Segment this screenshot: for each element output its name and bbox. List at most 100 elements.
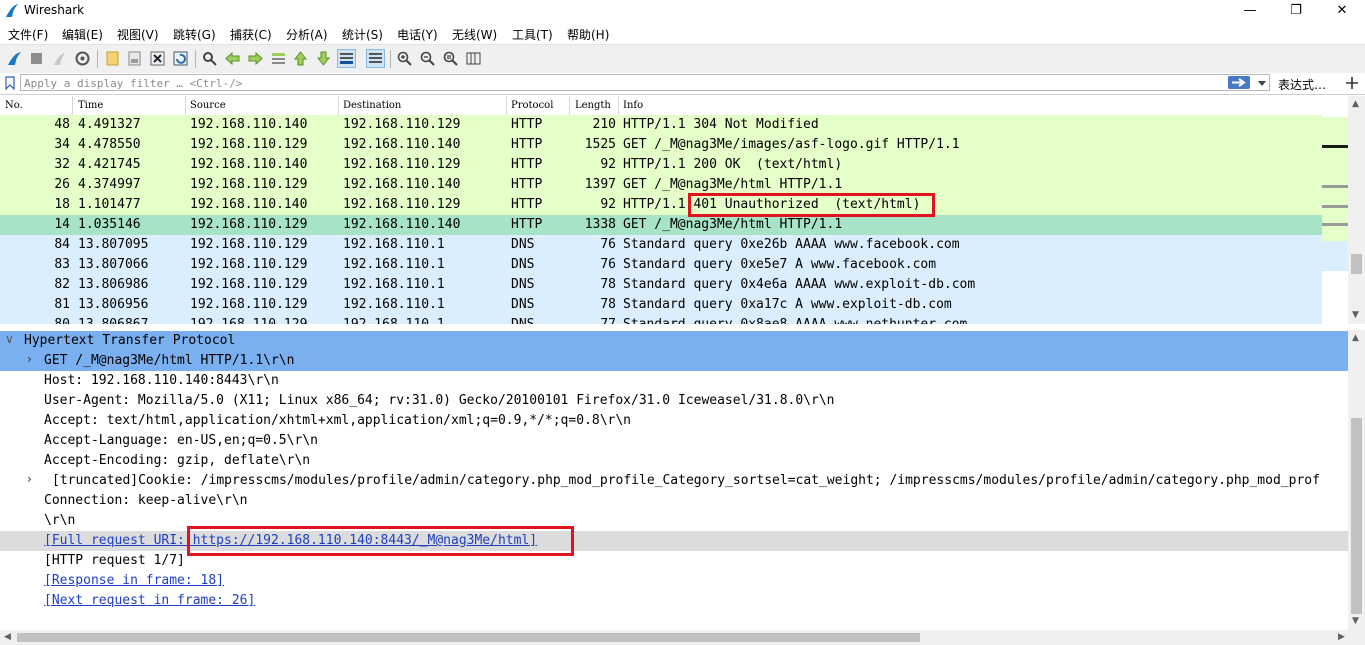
- scroll-up-icon[interactable]: ▲: [1352, 333, 1359, 343]
- apply-filter-arrow-icon[interactable]: [1228, 76, 1250, 89]
- menu-edit[interactable]: 编辑(E): [62, 26, 103, 43]
- menu-capture[interactable]: 捕获(C): [230, 26, 272, 43]
- minimize-button[interactable]: —: [1227, 0, 1273, 22]
- packet-row[interactable]: 81 13.806956 192.168.110.129 192.168.110.1 D…: [0, 295, 1322, 315]
- column-divider[interactable]: [338, 96, 339, 115]
- detail-line-accept-encoding[interactable]: Accept-Encoding: gzip, deflate\r\n: [0, 451, 1348, 471]
- packet-cell-len: 1525: [584, 137, 616, 152]
- detail-line-accept-language[interactable]: Accept-Language: en-US,en;q=0.5\r\n: [0, 431, 1348, 451]
- stop-capture-icon[interactable]: [28, 50, 45, 67]
- chevron-right-icon[interactable]: ›: [27, 352, 32, 366]
- packet-row[interactable]: 18 1.101477 192.168.110.140 192.168.110.129…: [0, 195, 1322, 215]
- zoom-in-icon[interactable]: [396, 50, 413, 67]
- detail-line-response-frame[interactable]: [Response in frame: 18]: [0, 571, 1348, 591]
- menu-wireless[interactable]: 无线(W): [452, 26, 497, 43]
- packet-cell-no: 26: [54, 177, 70, 192]
- resize-columns-icon[interactable]: [465, 50, 482, 67]
- scroll-down-icon[interactable]: ▼: [1352, 616, 1359, 626]
- close-button[interactable]: ✕: [1319, 0, 1365, 22]
- scroll-thumb[interactable]: [17, 633, 920, 642]
- packet-row[interactable]: 83 13.807066 192.168.110.129 192.168.110.1 D…: [0, 255, 1322, 275]
- packet-row[interactable]: 34 4.478550 192.168.110.129 192.168.110.140…: [0, 135, 1322, 155]
- packet-details-pane[interactable]: ∨ Hypertext Transfer Protocol › GET /_M@…: [0, 330, 1348, 630]
- scroll-track[interactable]: ▲ ▼: [1348, 96, 1365, 324]
- close-file-icon[interactable]: [149, 50, 166, 67]
- filter-bookmark-icon[interactable]: [4, 76, 16, 90]
- details-scrollbar[interactable]: ▲ ▼: [1348, 330, 1365, 630]
- column-time[interactable]: Time: [78, 100, 103, 115]
- detail-line-cookie[interactable]: › [truncated]Cookie: /impresscms/modules…: [0, 471, 1348, 491]
- packet-row[interactable]: 80 13.806867 192.168.110.129 192.168.110.1 D…: [0, 315, 1322, 324]
- find-packet-icon[interactable]: [201, 50, 218, 67]
- detail-line-host[interactable]: Host: 192.168.110.140:8443\r\n: [0, 371, 1348, 391]
- scroll-thumb[interactable]: [1351, 418, 1362, 614]
- packet-row[interactable]: 26 4.374997 192.168.110.129 192.168.110.140…: [0, 175, 1322, 195]
- column-divider[interactable]: [618, 96, 619, 115]
- column-protocol[interactable]: Protocol: [511, 100, 553, 115]
- packet-list-scrollbar[interactable]: ▲ ▼: [1322, 96, 1365, 324]
- packet-row[interactable]: 48 4.491327 192.168.110.140 192.168.110.129…: [0, 115, 1322, 135]
- go-to-packet-icon[interactable]: [270, 50, 287, 67]
- open-file-icon[interactable]: [104, 50, 121, 67]
- packet-row[interactable]: 32 4.421745 192.168.110.140 192.168.110.129…: [0, 155, 1322, 175]
- scroll-right-icon[interactable]: ▶: [1338, 632, 1345, 642]
- column-divider[interactable]: [72, 96, 73, 115]
- chevron-down-icon[interactable]: [1256, 76, 1268, 90]
- packet-row[interactable]: 84 13.807095 192.168.110.129 192.168.110.1 D…: [0, 235, 1322, 255]
- capture-options-icon[interactable]: [74, 50, 91, 67]
- column-no[interactable]: No.: [5, 100, 23, 115]
- display-filter-input[interactable]: Apply a display filter … <Ctrl-/>: [20, 74, 1270, 91]
- last-packet-icon[interactable]: [315, 50, 332, 67]
- detail-line-connection[interactable]: Connection: keep-alive\r\n: [0, 491, 1348, 511]
- packet-row[interactable]: 14 1.035146 192.168.110.129 192.168.110.140…: [0, 215, 1322, 235]
- packet-cell-len: 92: [600, 197, 616, 212]
- proto-tree-header[interactable]: ∨ Hypertext Transfer Protocol: [0, 331, 1348, 351]
- first-packet-icon[interactable]: [292, 50, 309, 67]
- add-filter-button-icon[interactable]: [1344, 75, 1360, 91]
- wireshark-fin-icon[interactable]: [6, 50, 23, 67]
- packet-list[interactable]: No. Time Source Destination Protocol Len…: [0, 96, 1322, 324]
- auto-scroll-icon[interactable]: [337, 49, 356, 68]
- scroll-up-icon[interactable]: ▲: [1352, 99, 1359, 109]
- column-destination[interactable]: Destination: [343, 100, 401, 115]
- menu-analyze[interactable]: 分析(A): [286, 26, 328, 43]
- expression-button[interactable]: 表达式…: [1278, 76, 1326, 93]
- chevron-right-icon[interactable]: ›: [27, 472, 32, 486]
- next-request-link[interactable]: [Next request in frame: 26]: [44, 593, 255, 608]
- column-divider[interactable]: [569, 96, 570, 115]
- restore-button[interactable]: ❐: [1273, 0, 1319, 22]
- packet-cell-proto: DNS: [511, 317, 534, 324]
- go-back-icon[interactable]: [224, 50, 241, 67]
- menu-file[interactable]: 文件(F): [8, 26, 48, 43]
- column-info[interactable]: Info: [623, 100, 643, 115]
- scroll-down-icon[interactable]: ▼: [1352, 310, 1359, 320]
- column-divider[interactable]: [506, 96, 507, 115]
- column-divider[interactable]: [185, 96, 186, 115]
- reload-file-icon[interactable]: [172, 50, 189, 67]
- restart-capture-icon[interactable]: [51, 50, 68, 67]
- scroll-left-icon[interactable]: ◀: [4, 632, 11, 642]
- menu-help[interactable]: 帮助(H): [567, 26, 609, 43]
- detail-text: Connection: keep-alive\r\n: [44, 493, 248, 508]
- save-file-icon[interactable]: [126, 50, 143, 67]
- response-frame-link[interactable]: [Response in frame: 18]: [44, 573, 224, 588]
- packet-row[interactable]: 82 13.806986 192.168.110.129 192.168.110.1 D…: [0, 275, 1322, 295]
- zoom-normal-icon[interactable]: [442, 50, 459, 67]
- detail-line-accept[interactable]: Accept: text/html,application/xhtml+xml,…: [0, 411, 1348, 431]
- go-forward-icon[interactable]: [247, 50, 264, 67]
- scroll-thumb[interactable]: [1351, 254, 1362, 274]
- menu-go[interactable]: 跳转(G): [173, 26, 216, 43]
- column-length[interactable]: Length: [575, 100, 611, 115]
- detail-line-request[interactable]: › GET /_M@nag3Me/html HTTP/1.1\r\n: [0, 351, 1348, 371]
- detail-line-next-request[interactable]: [Next request in frame: 26]: [0, 591, 1348, 611]
- detail-line-user-agent[interactable]: User-Agent: Mozilla/5.0 (X11; Linux x86_…: [0, 391, 1348, 411]
- zoom-out-icon[interactable]: [419, 50, 436, 67]
- menu-statistics[interactable]: 统计(S): [342, 26, 383, 43]
- colorize-icon[interactable]: [366, 49, 385, 68]
- menu-telephony[interactable]: 电话(Y): [397, 26, 438, 43]
- details-horizontal-scrollbar[interactable]: ◀ ▶: [0, 630, 1365, 645]
- menu-tools[interactable]: 工具(T): [512, 26, 553, 43]
- chevron-down-icon[interactable]: ∨: [5, 332, 14, 346]
- menu-view[interactable]: 视图(V): [117, 26, 159, 43]
- column-source[interactable]: Source: [190, 100, 226, 115]
